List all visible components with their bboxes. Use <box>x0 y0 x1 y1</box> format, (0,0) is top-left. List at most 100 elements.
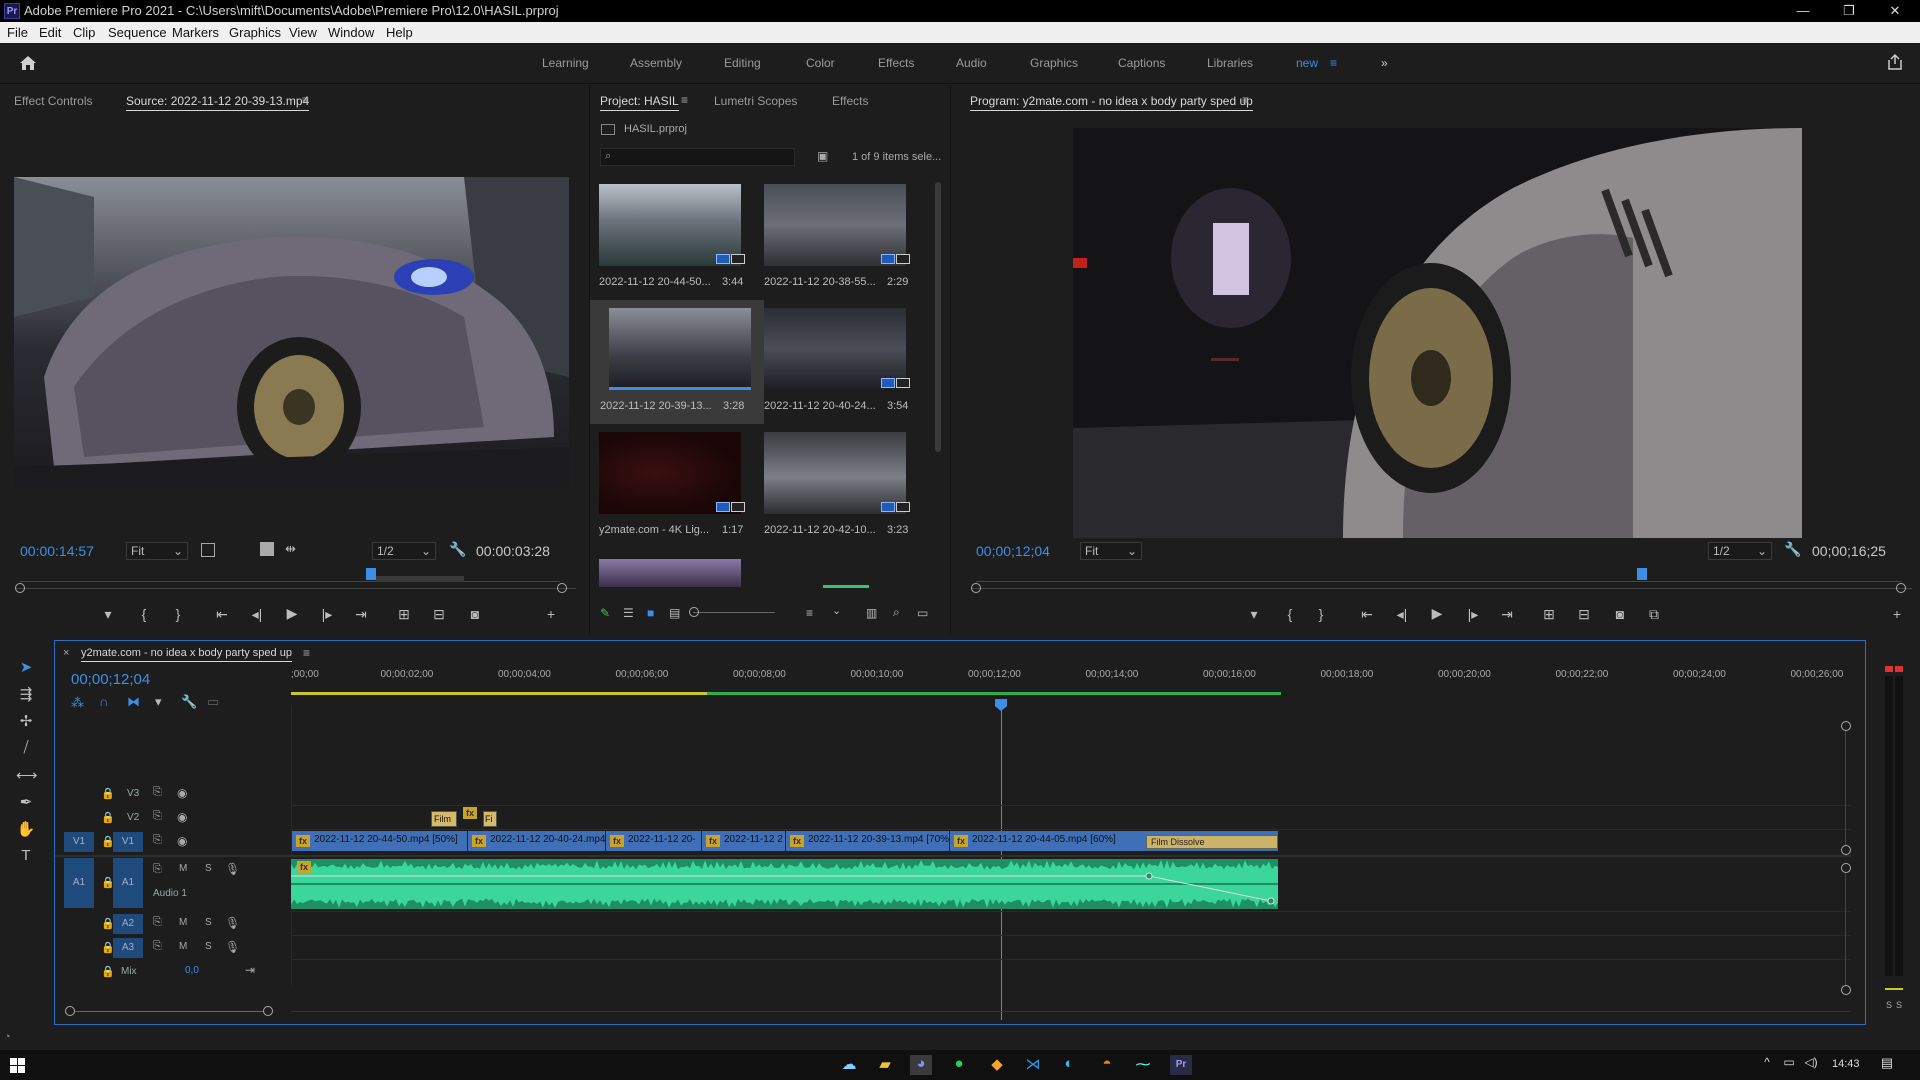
linked-selection-icon[interactable]: ⧓ <box>127 694 140 710</box>
project-item[interactable]: y2mate.com - 4K Lig... 1:17 <box>599 432 757 544</box>
go-to-in-icon[interactable]: ⇤ <box>212 606 232 623</box>
source-fit-dropdown[interactable]: Fit ⌄ <box>126 542 188 560</box>
snap-icon[interactable]: ∩ <box>99 694 108 709</box>
mark-out-icon[interactable]: } <box>168 606 188 622</box>
sourcetree-icon[interactable]: ◆ <box>986 1055 1008 1075</box>
program-fit-dropdown[interactable]: Fit ⌄ <box>1080 542 1142 560</box>
pen-tool-icon[interactable]: ✒ <box>16 793 36 813</box>
horizontal-scroll-track[interactable] <box>291 1011 1851 1012</box>
menu-window[interactable]: Window <box>328 25 374 40</box>
wrench-icon[interactable]: 🔧 <box>1784 541 1801 558</box>
tab-effect-controls[interactable]: Effect Controls <box>14 94 92 108</box>
overwrite-clip-icon[interactable]: ⊟ <box>429 606 449 623</box>
firefox-icon[interactable]: ◓ <box>1096 1055 1118 1075</box>
thumbnail-size-slider[interactable] <box>693 612 775 613</box>
razor-tool-icon[interactable]: ⧸ <box>16 739 36 759</box>
discord-icon[interactable]: ◕ <box>910 1055 932 1075</box>
lift-icon[interactable]: ⊞ <box>1539 606 1559 623</box>
new-bin-icon[interactable]: ▭ <box>917 606 928 620</box>
tab-lumetri-scopes[interactable]: Lumetri Scopes <box>714 94 797 108</box>
status-icon[interactable]: ◔ <box>4 1031 11 1043</box>
lock-icon[interactable]: 🔒 <box>101 811 115 824</box>
zoom-handle-left[interactable] <box>971 583 981 593</box>
v2-clip-fi[interactable]: Fi <box>483 811 497 827</box>
source-patch-a1[interactable]: A1 <box>64 858 94 908</box>
program-video-frame[interactable] <box>1073 128 1802 538</box>
workspace-overflow-icon[interactable]: » <box>1381 56 1388 70</box>
microphone-icon[interactable]: 🎙 <box>225 916 240 930</box>
project-item-selected[interactable]: 2022-11-12 20-39-13... 3:28 <box>590 300 764 424</box>
pencil-icon[interactable]: ✎ <box>600 606 610 620</box>
program-playhead[interactable] <box>1637 568 1647 580</box>
step-forward-icon[interactable]: |▸ <box>1463 606 1483 623</box>
clip-thumbnail-partial[interactable] <box>599 559 741 587</box>
menu-view[interactable]: View <box>289 25 317 40</box>
file-explorer-icon[interactable]: ▰ <box>874 1055 896 1075</box>
sync-lock-icon[interactable]: ⎘ <box>153 810 162 823</box>
timeline-timecode[interactable]: 00;00;12;04 <box>71 671 150 688</box>
eye-icon[interactable]: ◉ <box>177 834 187 848</box>
solo-button[interactable]: S <box>205 917 212 928</box>
cortana-icon[interactable]: ☁ <box>838 1055 860 1075</box>
captions-icon[interactable]: ▭ <box>207 694 219 710</box>
comparison-view-icon[interactable]: ⧉ <box>1644 606 1664 623</box>
microphone-icon[interactable]: 🎙 <box>225 862 240 876</box>
mark-in-icon[interactable]: { <box>1280 606 1300 622</box>
solo-button[interactable]: S <box>205 863 212 874</box>
nest-icon[interactable]: ⁂ <box>71 695 84 711</box>
source-playhead[interactable] <box>366 568 376 580</box>
play-icon[interactable]: ▶ <box>282 605 302 622</box>
tab-source[interactable]: Source: 2022-11-12 20-39-13.mp4 <box>126 94 310 111</box>
sync-lock-icon[interactable]: ⎘ <box>153 834 162 847</box>
home-icon[interactable] <box>18 54 38 72</box>
project-item[interactable]: 2022-11-12 20-40-24... 3:54 <box>764 308 922 420</box>
slip-tool-icon[interactable]: ⟷ <box>16 766 38 786</box>
windows-start-icon[interactable] <box>10 1058 25 1073</box>
video-track-scrollbar[interactable] <box>1845 731 1846 845</box>
thumbnail-size-handle[interactable] <box>689 607 699 617</box>
source-video-frame[interactable] <box>14 177 569 488</box>
maximize-button[interactable]: ❐ <box>1826 0 1872 22</box>
spotify-icon[interactable]: ● <box>948 1055 970 1075</box>
workspace-audio[interactable]: Audio <box>956 56 987 70</box>
workspace-editing[interactable]: Editing <box>724 56 761 70</box>
v-scroll-handle-top[interactable] <box>1841 721 1851 731</box>
icon-view-icon[interactable]: ■ <box>647 606 654 620</box>
solo-right-button[interactable]: S <box>1896 1000 1902 1010</box>
network-icon[interactable]: ▭ <box>1778 1055 1800 1075</box>
tab-project[interactable]: Project: HASIL <box>600 94 679 111</box>
selection-tool-icon[interactable]: ➤ <box>16 658 36 678</box>
play-icon[interactable]: ▶ <box>1427 605 1447 622</box>
project-scrollbar[interactable] <box>935 182 941 452</box>
v2-clip-film[interactable]: Film <box>431 811 457 827</box>
tab-effects[interactable]: Effects <box>832 94 868 108</box>
list-view-icon[interactable]: ☰ <box>623 606 634 620</box>
source-resolution-dropdown[interactable]: 1/2 ⌄ <box>372 542 436 560</box>
track-label-a3[interactable]: A3 <box>113 938 143 958</box>
project-item[interactable]: 2022-11-12 20-44-50... 3:44 <box>599 184 757 296</box>
close-icon[interactable]: × <box>63 647 69 659</box>
sync-lock-icon[interactable]: ⎘ <box>153 940 162 953</box>
workspace-menu-icon[interactable]: ≡ <box>1330 56 1337 70</box>
source-timecode[interactable]: 00:00:14:57 <box>20 543 94 559</box>
camera-icon[interactable]: ◙ <box>1610 606 1630 622</box>
transition-film-dissolve[interactable]: Film Dissolve <box>1146 835 1278 849</box>
edge-icon[interactable]: ◐ <box>1058 1055 1080 1075</box>
menu-clip[interactable]: Clip <box>73 25 95 40</box>
sync-lock-icon[interactable]: ⎘ <box>153 916 162 929</box>
track-label-v1[interactable]: V1 <box>113 832 143 852</box>
hand-tool-icon[interactable]: ✋ <box>16 820 36 840</box>
a-scroll-handle-top[interactable] <box>1841 863 1851 873</box>
v-scroll-handle-bottom[interactable] <box>1841 845 1851 855</box>
program-zoom-bar[interactable] <box>972 588 1912 589</box>
solo-button[interactable]: S <box>205 941 212 952</box>
minimize-button[interactable]: — <box>1780 0 1826 22</box>
v1-clip[interactable]: fx 2022-11-12 20-39-13.mp4 [70%] <box>785 831 949 851</box>
microphone-icon[interactable]: 🎙 <box>225 940 240 954</box>
a-scroll-handle-bottom[interactable] <box>1841 985 1851 995</box>
menu-file[interactable]: File <box>7 25 28 40</box>
track-label-v2[interactable]: V2 <box>127 812 139 823</box>
panel-menu-icon[interactable]: ≡ <box>303 646 310 660</box>
add-marker-icon[interactable]: ▾ <box>155 694 162 710</box>
volume-keyframe-line[interactable] <box>291 859 1278 909</box>
